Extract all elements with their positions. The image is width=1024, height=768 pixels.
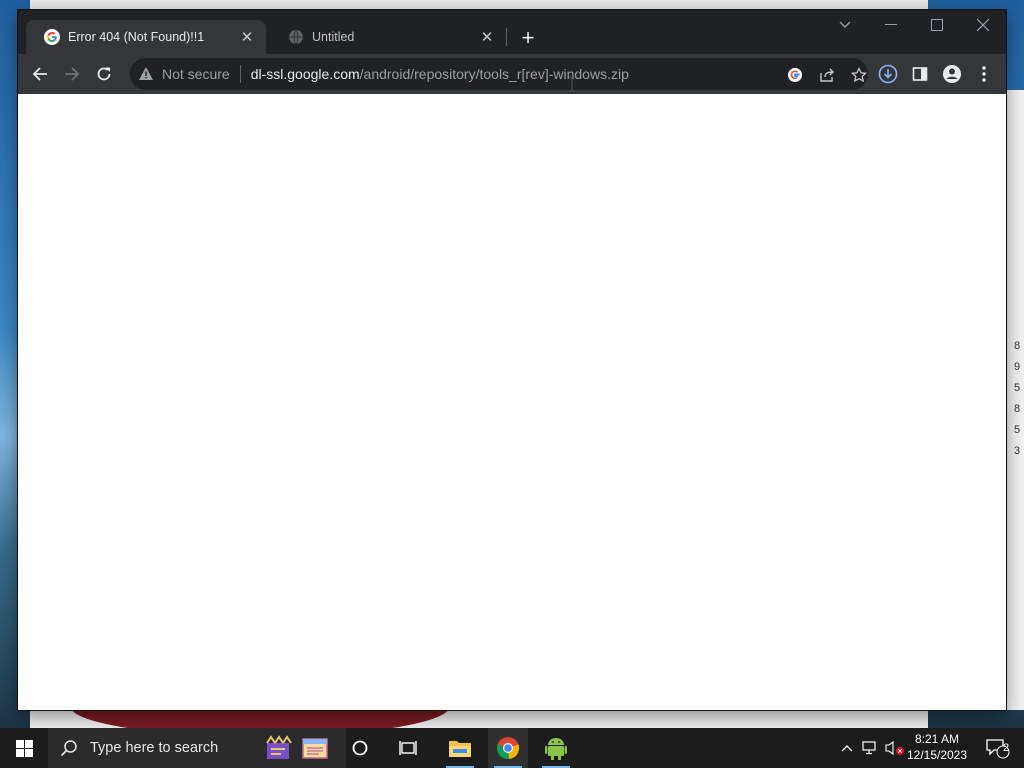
text-cursor-icon xyxy=(569,76,575,92)
url-host: dl-ssl.google.com xyxy=(250,66,360,82)
share-icon[interactable] xyxy=(818,66,836,84)
warning-icon xyxy=(139,67,153,80)
side-panel-icon[interactable] xyxy=(904,58,936,90)
globe-icon xyxy=(288,29,304,45)
maximize-button[interactable] xyxy=(914,10,960,40)
url-path: /android/repository/tools_r[rev]-windows… xyxy=(359,66,629,82)
cortana-icon[interactable] xyxy=(344,728,376,768)
movie-maker-icon[interactable] xyxy=(262,728,296,768)
system-clock[interactable]: 8:21 AM 12/15/2023 xyxy=(902,731,972,765)
search-icon xyxy=(60,740,77,757)
tab-error-404[interactable]: Error 404 (Not Found)!!1 ✕ xyxy=(26,20,266,54)
notification-count: 2 xyxy=(1002,742,1010,754)
taskbar-search-box[interactable]: Type here to search xyxy=(48,728,346,768)
google-g-icon xyxy=(44,29,60,45)
tab-search-icon[interactable] xyxy=(822,10,868,40)
menu-icon[interactable] xyxy=(968,58,1000,90)
tab-title: Untitled xyxy=(312,30,355,44)
close-tab-icon[interactable]: ✕ xyxy=(238,28,256,46)
forward-icon[interactable] xyxy=(56,58,88,90)
tab-separator xyxy=(506,28,507,46)
file-explorer-icon[interactable] xyxy=(440,728,480,768)
search-placeholder: Type here to search xyxy=(90,740,219,756)
tab-title: Error 404 (Not Found)!!1 xyxy=(68,30,205,44)
minimize-button[interactable] xyxy=(868,10,914,40)
network-icon[interactable] xyxy=(860,728,880,768)
security-label[interactable]: Not secure xyxy=(162,66,230,82)
close-tab-icon[interactable]: ✕ xyxy=(478,28,496,46)
chevron-up-icon[interactable] xyxy=(838,728,856,768)
clock-time: 8:21 AM xyxy=(914,732,960,746)
notification-center-icon[interactable]: 2 xyxy=(978,728,1018,768)
profile-icon[interactable] xyxy=(936,58,968,90)
start-icon[interactable] xyxy=(0,728,48,768)
clock-date: 12/15/2023 xyxy=(906,748,968,762)
close-window-button[interactable] xyxy=(960,10,1006,40)
android-studio-icon[interactable] xyxy=(536,728,576,768)
reload-icon[interactable] xyxy=(88,58,120,90)
browser-toolbar: Not secure dl-ssl.google.com/android/rep… xyxy=(18,54,1006,94)
tab-strip: Error 404 (Not Found)!!1 ✕ Untitled ✕ + xyxy=(18,10,1006,54)
tab-untitled[interactable]: Untitled ✕ xyxy=(270,20,506,54)
new-tab-button[interactable]: + xyxy=(514,24,542,52)
chrome-icon[interactable] xyxy=(488,728,528,768)
task-view-icon[interactable] xyxy=(392,728,424,768)
page-content[interactable] xyxy=(18,94,1006,710)
notepad-icon[interactable] xyxy=(298,728,332,768)
back-icon[interactable] xyxy=(24,58,56,90)
omnibox-separator xyxy=(239,65,241,83)
background-window-edge: 8 9 5 8 5 3 xyxy=(1005,90,1024,710)
download-icon[interactable] xyxy=(872,58,904,90)
taskbar: Type here to search 8:21 AM 12/15/2023 2 xyxy=(0,728,1024,768)
address-bar[interactable]: Not secure dl-ssl.google.com/android/rep… xyxy=(130,58,868,90)
google-lens-icon[interactable] xyxy=(786,66,804,84)
chrome-window: Error 404 (Not Found)!!1 ✕ Untitled ✕ + xyxy=(18,10,1006,710)
bookmark-star-icon[interactable] xyxy=(850,66,868,84)
